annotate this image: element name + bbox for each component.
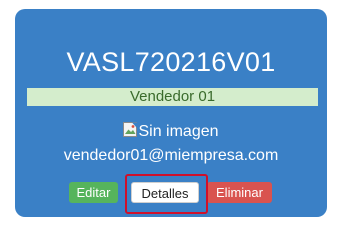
edit-button[interactable]: Editar (69, 182, 118, 203)
user-card: VASL720216V01 Vendedor 01 Sin imagen ven… (15, 9, 327, 217)
role-label: Vendedor 01 (27, 88, 318, 106)
user-email: vendedor01@miempresa.com (63, 147, 279, 164)
delete-button[interactable]: Eliminar (207, 182, 272, 203)
image-alt-text: Sin imagen (138, 123, 219, 140)
user-image: Sin imagen (15, 122, 327, 142)
user-code: VASL720216V01 (66, 47, 276, 77)
broken-image-icon (123, 122, 138, 137)
details-button[interactable]: Detalles (131, 182, 199, 203)
